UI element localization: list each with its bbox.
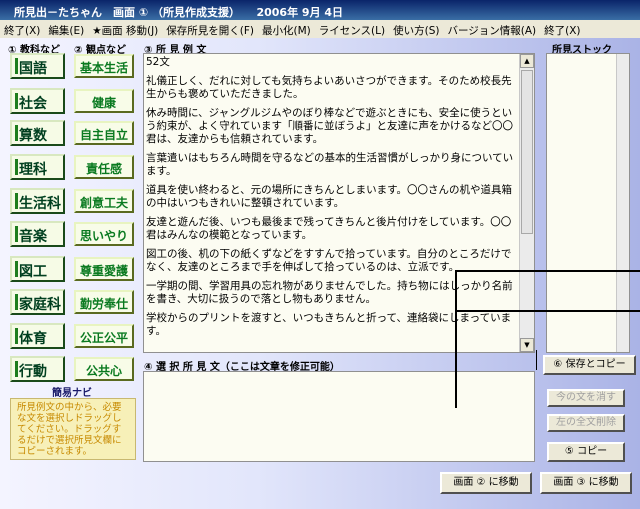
scroll-thumb[interactable] [521,70,533,234]
goto-screen3-button[interactable]: 画面 ③ に移動 [540,472,632,494]
stock-scrollbar[interactable] [616,54,629,352]
menu-usage[interactable]: 使い方(S) [389,20,443,38]
menu-screen-move[interactable]: ★画面 移動(J) [88,20,162,38]
subject-button-rika[interactable]: 理科 [10,154,65,180]
examples-count: 52文 [146,56,170,68]
subject-button-shakai[interactable]: 社会 [10,88,65,114]
scroll-up-icon[interactable]: ▲ [520,54,534,68]
menu-edit[interactable]: 編集(E) [44,20,88,38]
title-bar: 所見出－たちゃん 画面 ① （所見作成支援） 2006年 9月 4日 [0,0,640,20]
menu-version[interactable]: バージョン情報(A) [443,20,540,38]
viewpoint-button-sekinin[interactable]: 責任感 [74,155,134,179]
viewpoint-button-kosei[interactable]: 公正公平 [74,324,134,348]
save-copy-button[interactable]: ⑥ 保存とコピー [543,355,636,375]
example-text[interactable]: 学校からのプリントを渡すと、いつもきちんと折って、連絡袋にしまっています。 [146,312,520,338]
copy-button[interactable]: ⑤ コピー [547,442,625,462]
subject-button-taiiku[interactable]: 体育 [10,323,65,349]
example-text[interactable]: 道具を使い終わると、元の場所にきちんとしまいます。〇〇さんの机や道具箱の中はいつ… [146,184,520,210]
viewpoint-button-kenko[interactable]: 健康 [74,89,134,113]
subject-button-seikatsu[interactable]: 生活科 [10,188,65,214]
viewpoint-button-soi[interactable]: 創意工夫 [74,189,134,213]
viewpoint-button-kihon[interactable]: 基本生活 [74,54,134,78]
example-text[interactable]: 友達と遊んだ後、いつも最後まで残ってきちんと後片付けをしています。〇〇君はみんな… [146,216,520,242]
menu-license[interactable]: ライセンス(L) [315,20,389,38]
viewpoint-button-kinro[interactable]: 勤労奉仕 [74,290,134,314]
example-text[interactable]: 一学期の間、学習用具の忘れ物がありませんでした。持ち物にはしっかり名前を書き、大… [146,280,520,306]
menu-minimize[interactable]: 最小化(M) [258,20,315,38]
example-text[interactable]: 礼儀正しく、だれに対しても気持ちよいあいさつができます。そのため校長先生からも褒… [146,75,520,101]
subject-button-katei[interactable]: 家庭科 [10,289,65,315]
menu-bar: 終了(X) 編集(E) ★画面 移動(J) 保存所見を開く(F) 最小化(M) ライセンス… [0,20,640,39]
menu-exit-2[interactable]: 終了(X) [540,20,584,38]
example-text[interactable]: 休み時間に、ジャングルジムやのぼり棒などで遊ぶときにも、安全に使うという約束が、… [146,107,520,146]
example-text[interactable]: 言葉遣いはもちろん時間を守るなどの基本的生活習慣がしっかり身についています。 [146,152,520,178]
viewpoint-button-omoiyari[interactable]: 思いやり [74,222,134,246]
goto-screen2-button[interactable]: 画面 ② に移動 [440,472,532,494]
viewpoint-button-kokyo[interactable]: 公共心 [74,357,134,381]
menu-open-saved[interactable]: 保存所見を開く(F) [162,20,258,38]
delete-left-button[interactable]: 左の全文削除 [547,414,625,432]
subject-button-kodo[interactable]: 行動 [10,356,65,382]
stock-list[interactable] [546,53,630,353]
subject-button-ongaku[interactable]: 音楽 [10,221,65,247]
examples-list[interactable]: 52文 礼儀正しく、だれに対しても気持ちよいあいさつができます。そのため校長先生… [143,53,535,353]
drag-guide-line [455,270,640,272]
examples-scrollbar[interactable]: ▲ ▼ [519,54,534,352]
subject-button-sansu[interactable]: 算数 [10,120,65,146]
viewpoint-button-jishu[interactable]: 自主自立 [74,121,134,145]
drag-guide-line [455,310,640,312]
subject-button-zuko[interactable]: 図工 [10,256,65,282]
subject-button-kokugo[interactable]: 国語 [10,53,65,79]
clear-current-button[interactable]: 今の文を消す [547,389,625,407]
selected-text-area[interactable] [143,371,535,462]
drag-guide-line [455,270,457,408]
navi-title: 簡易ナビ [52,388,92,399]
viewpoint-button-sonchou[interactable]: 尊重愛護 [74,257,134,281]
scroll-down-icon[interactable]: ▼ [520,338,534,352]
menu-exit[interactable]: 終了(X) [0,20,44,38]
navi-box: 所見例文の中から、必要な文を選択しドラッグしてください。ドラッグするだけで選択所… [10,398,136,460]
drag-guide-line [536,350,537,370]
window-title: 所見出－たちゃん 画面 ① （所見作成支援） 2006年 9月 4日 [14,6,344,19]
